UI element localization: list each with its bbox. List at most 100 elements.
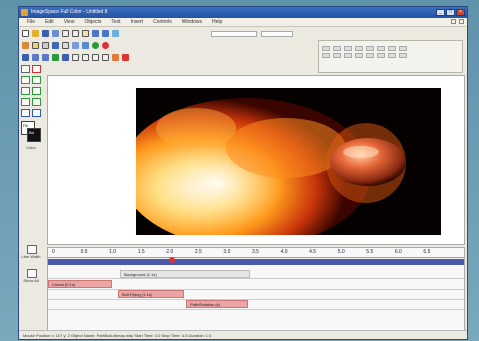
distribute-icon[interactable] bbox=[72, 54, 79, 61]
layer-icon[interactable] bbox=[82, 42, 89, 49]
menu-help[interactable]: Help bbox=[207, 18, 227, 27]
rounded-rect-tool-icon[interactable] bbox=[32, 87, 41, 95]
timeline-tick-label: 0.5 bbox=[80, 249, 88, 255]
polygon-tool-icon[interactable] bbox=[21, 98, 30, 106]
shape-tool-icon[interactable] bbox=[32, 65, 41, 73]
track-divider bbox=[48, 278, 466, 279]
move-right-icon[interactable] bbox=[42, 54, 49, 61]
title-bar: ImageSpace Full Color - Untitled 8 _ □ × bbox=[19, 7, 467, 18]
delete-icon[interactable] bbox=[122, 54, 129, 61]
color-swatches[interactable]: Fill Bd bbox=[21, 121, 41, 143]
playhead-marker[interactable] bbox=[169, 257, 175, 263]
play-icon[interactable] bbox=[92, 42, 99, 49]
stop-icon[interactable] bbox=[102, 42, 109, 49]
mdi-minimize-icon[interactable] bbox=[451, 19, 456, 24]
timeline-tick-label: 4.5 bbox=[309, 249, 317, 255]
menu-insert[interactable]: Insert bbox=[126, 18, 149, 27]
prop-control[interactable] bbox=[388, 53, 396, 58]
timeline-panel: 0 0.5 1.0 1.5 2.0 2.5 3.0 3.5 4.0 4.5 5.0 5.5 6.0 6.5… bbox=[47, 247, 466, 332]
minimize-button[interactable]: _ bbox=[436, 9, 445, 16]
arrow-icon[interactable] bbox=[22, 54, 29, 61]
prop-control[interactable] bbox=[333, 53, 341, 58]
prop-control[interactable] bbox=[366, 46, 374, 51]
line-width-icon[interactable] bbox=[27, 245, 37, 254]
timeline-tick-label: 1.5 bbox=[137, 249, 145, 255]
menu-controls[interactable]: Controls bbox=[148, 18, 177, 27]
prop-control[interactable] bbox=[366, 53, 374, 58]
prop-control[interactable] bbox=[333, 46, 341, 51]
ellipse-tool-icon[interactable] bbox=[21, 87, 30, 95]
show-all-label: Show All bbox=[23, 278, 39, 283]
menu-file[interactable]: File bbox=[22, 18, 40, 27]
frame-icon[interactable] bbox=[42, 42, 49, 49]
move-left-icon[interactable] bbox=[32, 54, 39, 61]
timeline-tick-label: 0 bbox=[52, 249, 55, 255]
track-bolt[interactable]: Bolt Flying (1.1s) bbox=[118, 290, 184, 298]
menu-text[interactable]: Text bbox=[106, 18, 125, 27]
maximize-button[interactable]: □ bbox=[446, 9, 455, 16]
menu-edit[interactable]: Edit bbox=[40, 18, 59, 27]
track-divider bbox=[48, 309, 466, 310]
paste-icon[interactable] bbox=[82, 30, 89, 37]
group-icon[interactable] bbox=[72, 42, 79, 49]
line-tool-icon[interactable] bbox=[21, 109, 30, 117]
close-button[interactable]: × bbox=[456, 9, 465, 16]
menu-view[interactable]: View bbox=[59, 18, 80, 27]
timeline-tick-label: 5.0 bbox=[337, 249, 345, 255]
show-all-icon[interactable] bbox=[27, 269, 37, 278]
prop-control[interactable] bbox=[322, 53, 330, 58]
prop-control[interactable] bbox=[322, 46, 330, 51]
timeline-master-bar[interactable] bbox=[48, 259, 464, 265]
track-background[interactable]: Background (1.1s) bbox=[120, 270, 250, 278]
track-path[interactable]: Path/Rotation (s) bbox=[186, 300, 248, 308]
redo-icon[interactable] bbox=[102, 30, 109, 37]
fire-comet-image[interactable] bbox=[136, 88, 441, 235]
align-down-icon[interactable] bbox=[62, 54, 69, 61]
distribute-h-icon[interactable] bbox=[82, 54, 89, 61]
app-window: ImageSpace Full Color - Untitled 8 _ □ ×… bbox=[18, 6, 468, 340]
prop-control[interactable] bbox=[344, 46, 352, 51]
prop-control[interactable] bbox=[399, 53, 407, 58]
image-icon[interactable] bbox=[32, 42, 39, 49]
prop-control[interactable] bbox=[388, 46, 396, 51]
pencil-icon[interactable] bbox=[22, 42, 29, 49]
save-icon[interactable] bbox=[42, 30, 49, 37]
star-tool-icon[interactable] bbox=[32, 98, 41, 106]
cut-icon[interactable] bbox=[62, 30, 69, 37]
new-file-icon[interactable] bbox=[22, 30, 29, 37]
bold-icon[interactable] bbox=[52, 42, 59, 49]
undo-icon[interactable] bbox=[92, 30, 99, 37]
timeline-tick-label: 5.5 bbox=[366, 249, 374, 255]
track-comet[interactable]: Comet (0.1s) bbox=[48, 280, 112, 288]
timeline-ruler[interactable]: 0 0.5 1.0 1.5 2.0 2.5 3.0 3.5 4.0 4.5 5.0 5.5 6.0 6.5 bbox=[48, 248, 464, 258]
prop-control[interactable] bbox=[377, 46, 385, 51]
toolbar-field-2[interactable] bbox=[261, 31, 293, 37]
timeline-tick-label: 1.0 bbox=[109, 249, 117, 255]
toolbar-field-1[interactable] bbox=[211, 31, 257, 37]
prop-control[interactable] bbox=[377, 53, 385, 58]
text-tool-icon[interactable] bbox=[21, 76, 30, 84]
prop-control[interactable] bbox=[344, 53, 352, 58]
prop-control[interactable] bbox=[355, 46, 363, 51]
stroke-color-swatch[interactable]: Bd bbox=[27, 128, 41, 142]
open-folder-icon[interactable] bbox=[32, 30, 39, 37]
order-front-icon[interactable] bbox=[92, 54, 99, 61]
prop-control[interactable] bbox=[399, 46, 407, 51]
mdi-close-icon[interactable] bbox=[459, 19, 464, 24]
canvas[interactable] bbox=[47, 75, 465, 245]
prop-control[interactable] bbox=[355, 53, 363, 58]
preview-icon[interactable] bbox=[112, 30, 119, 37]
align-left-icon[interactable] bbox=[52, 54, 59, 61]
tool-row bbox=[21, 65, 43, 73]
pen-tool-icon[interactable] bbox=[32, 109, 41, 117]
copy-icon[interactable] bbox=[72, 30, 79, 37]
menu-objects[interactable]: Objects bbox=[79, 18, 106, 27]
select-tool-icon[interactable] bbox=[21, 65, 30, 73]
order-back-icon[interactable] bbox=[102, 54, 109, 61]
align-icon[interactable] bbox=[62, 42, 69, 49]
rect-tool-icon[interactable] bbox=[32, 76, 41, 84]
print-icon[interactable] bbox=[52, 30, 59, 37]
effects-icon[interactable] bbox=[112, 54, 119, 61]
menu-windows[interactable]: Windows bbox=[177, 18, 207, 27]
timeline-tick-label: 4.0 bbox=[280, 249, 288, 255]
